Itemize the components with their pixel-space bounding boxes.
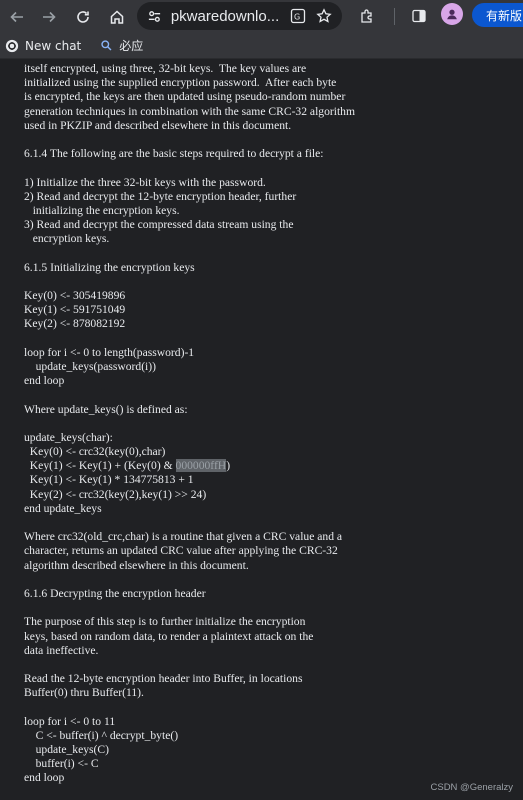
document-line: Key(1) <- 591751049 [24,303,126,317]
document-line: Where crc32(old_crc,char) is a routine t… [24,530,343,544]
arrow-right-icon [43,11,56,22]
document-line: is encrypted, the keys are then updated … [24,90,346,104]
url-text[interactable]: pkwaredownlo... [171,8,282,25]
document-line: keys, based on random data, to render a … [24,629,314,643]
document-line: Read the 12-byte encryption header into … [24,672,303,686]
back-button[interactable] [6,6,28,28]
document-line: algorithm described elsewhere in this do… [24,558,249,572]
svg-text:G: G [294,13,300,22]
selected-text[interactable]: 000000ffH [175,459,227,473]
document-line: update_keys(char): [24,430,113,444]
avatar-icon [447,9,457,20]
document-line: Key(0) <- crc32(key(0),char) [24,445,166,459]
reload-button[interactable] [72,6,94,28]
side-panel-icon[interactable] [408,5,430,27]
document-text: itself encrypted, using three, 32-bit ke… [0,59,523,786]
profile-avatar[interactable] [441,3,463,25]
document-line [24,417,523,431]
document-line: end loop [24,374,65,388]
translate-icon[interactable]: G [288,6,308,26]
document-line [24,573,523,587]
page-content: itself encrypted, using three, 32-bit ke… [0,59,523,800]
document-line: generation techniques in combination wit… [24,104,355,118]
document-line [24,516,523,530]
bookmark-star-icon[interactable] [314,6,334,26]
document-line: loop for i <- 0 to 11 [24,714,116,728]
document-line [24,133,523,147]
address-bar[interactable]: pkwaredownlo... G [137,2,342,30]
document-line: end update_keys [24,501,102,515]
update-button[interactable]: 有新版 [472,3,523,27]
document-line: initializing the encryption keys. [24,203,180,217]
document-line [24,275,523,289]
extensions-icon[interactable] [356,5,378,27]
document-line: character, returns an updated CRC value … [24,544,338,558]
line-text-after: ) [226,459,231,473]
arrow-left-icon [10,11,23,22]
document-line: 2) Read and decrypt the 12-byte encrypti… [24,189,297,203]
search-icon [98,38,114,54]
document-line: used in PKZIP and described elsewhere in… [24,118,292,132]
document-line: loop for i <- 0 to length(password)-1 [24,345,195,359]
document-line [24,246,523,260]
document-line: initialized using the supplied encryptio… [24,76,337,90]
document-line: 6.1.5 Initializing the encryption keys [24,260,195,274]
line-text-before: Key(1) <- Key(1) + (Key(0) & [24,459,176,473]
document-line: itself encrypted, using three, 32-bit ke… [24,62,307,75]
document-line: Key(1) <- Key(1) + (Key(0) & 000000ffH) [24,459,523,473]
document-line [24,658,523,672]
forward-button[interactable] [38,6,60,28]
document-line: Key(0) <- 305419896 [24,289,126,302]
document-line: 1) Initialize the three 32-bit keys with… [24,175,266,189]
document-line: The purpose of this step is to further i… [24,615,306,629]
document-line [24,601,523,615]
csdn-watermark: CSDN @Generalzy [430,782,514,793]
toolbar-divider [394,8,395,25]
home-icon [110,9,124,24]
document-line [24,388,523,402]
document-line: buffer(i) <- C [24,757,99,771]
bookmark-label: New chat [25,38,82,53]
document-line: Key(2) <- 878082192 [24,317,126,331]
document-line: update_keys(C) [24,743,110,756]
document-line: update_keys(password(i)) [24,359,157,373]
toolbar-actions [356,5,394,27]
browser-toolbar: pkwaredownlo... G 有新版 [0,0,523,33]
document-line: Key(2) <- crc32(key(2),key(1) >> 24) [24,487,207,501]
document-line: 6.1.4 The following are the basic steps … [24,147,324,161]
bookmarks-bar: New chat 必应 [0,33,523,59]
document-line [24,161,523,175]
document-line: Where update_keys() is defined as: [24,402,188,416]
document-line [24,332,523,346]
document-line: Buffer(0) thru Buffer(11). [24,686,144,700]
document-line: C <- buffer(i) ^ decrypt_byte() [24,728,179,742]
chatgpt-icon [4,38,20,54]
home-button[interactable] [106,6,128,28]
bookmark-label: 必应 [119,39,144,53]
document-line: encryption keys. [24,232,110,246]
site-info-icon[interactable] [145,6,165,26]
bookmark-bing[interactable]: 必应 [98,36,143,56]
document-line: 3) Read and decrypt the compressed data … [24,218,294,232]
reload-icon [77,10,89,23]
document-line [24,700,523,714]
document-line: Key(1) <- Key(1) * 134775813 + 1 [24,473,194,487]
document-line: data ineffective. [24,643,99,657]
document-line: 6.1.6 Decrypting the encryption header [24,586,206,600]
bookmark-new-chat[interactable]: New chat [4,36,81,56]
